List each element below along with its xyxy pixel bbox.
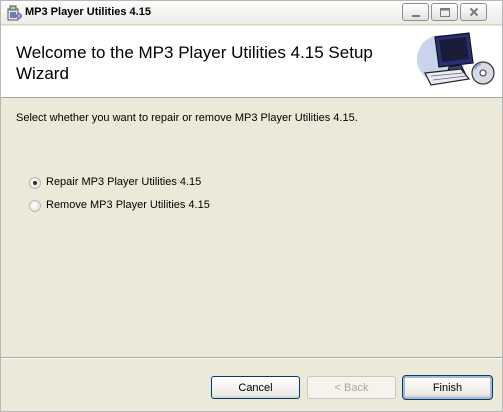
repair-label[interactable]: Repair MP3 Player Utilities 4.15 [46, 176, 201, 188]
back-button[interactable]: < Back [307, 376, 396, 399]
maximize-button[interactable] [431, 3, 458, 21]
title-bar[interactable]: MP3 Player Utilities 4.15 [1, 1, 502, 25]
cancel-button[interactable]: Cancel [211, 376, 300, 399]
wizard-header: Welcome to the MP3 Player Utilities 4.15… [1, 26, 502, 98]
installer-icon[interactable] [6, 5, 22, 21]
close-button[interactable] [460, 3, 487, 21]
instruction-text: Select whether you want to repair or rem… [16, 112, 358, 124]
finish-button[interactable]: Finish [402, 375, 493, 400]
footer-separator [1, 357, 502, 359]
remove-label[interactable]: Remove MP3 Player Utilities 4.15 [46, 199, 210, 211]
minimize-button[interactable] [402, 3, 429, 21]
window-title: MP3 Player Utilities 4.15 [25, 6, 151, 18]
page-title: Welcome to the MP3 Player Utilities 4.15… [16, 43, 373, 83]
setup-window: MP3 Player Utilities 4.15 Welcome to the… [0, 0, 503, 412]
computer-cd-icon [417, 29, 497, 96]
repair-radio[interactable] [29, 177, 41, 189]
remove-radio[interactable] [29, 200, 41, 212]
close-icon [469, 7, 479, 17]
maximize-icon [440, 8, 450, 17]
minimize-icon [412, 15, 420, 17]
